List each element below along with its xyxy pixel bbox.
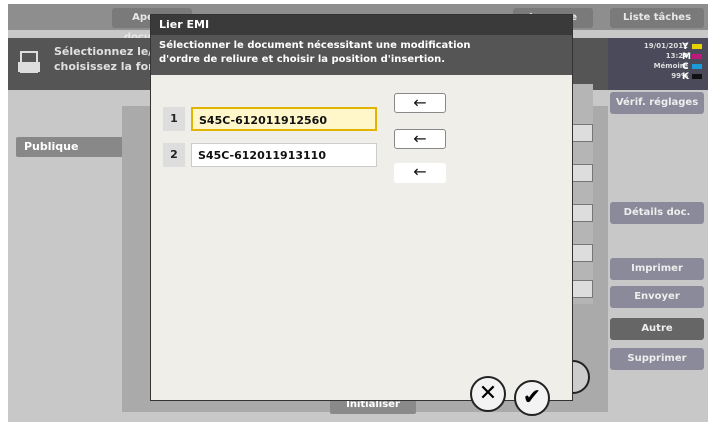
document-number: 1 <box>163 107 185 131</box>
cmyk-label-y: Y <box>682 42 689 52</box>
verif-reglages-button[interactable]: Vérif. réglages <box>610 92 704 114</box>
document-name[interactable]: S45C-612011913110 <box>191 143 377 167</box>
insert-position-1-button[interactable]: ← <box>394 93 446 113</box>
dialog-title: Lier EMI <box>151 15 572 35</box>
insert-position-2-button[interactable]: ← <box>394 129 446 149</box>
toner-yellow <box>692 44 702 49</box>
close-icon: ✕ <box>478 381 498 406</box>
toner-magenta <box>692 54 702 59</box>
lier-emi-dialog: Lier EMI Sélectionner le document nécess… <box>151 15 572 400</box>
background-fields <box>571 84 593 304</box>
screen: Aperçu document Langage Liste tâches Sél… <box>8 4 708 422</box>
arrow-left-icon: ← <box>413 162 427 181</box>
liste-taches-button[interactable]: Liste tâches <box>610 8 704 28</box>
cmyk-label-m: M <box>682 52 691 62</box>
cmyk-label-k: K <box>682 72 690 82</box>
imprimer-button[interactable]: Imprimer <box>610 258 704 280</box>
info-text: Sélectionnez le/s choisissez la fonc <box>54 45 163 73</box>
status-panel: 19/01/2012 13:24 Mémoire 99% Y M C K <box>608 38 708 90</box>
envoyer-button[interactable]: Envoyer <box>610 286 704 308</box>
toner-black <box>692 74 702 79</box>
supprimer-button[interactable]: Supprimer <box>610 348 704 370</box>
autre-button[interactable]: Autre <box>610 318 704 340</box>
toner-cyan <box>692 64 702 69</box>
publique-tab[interactable]: Publique <box>16 137 134 157</box>
document-name-selected[interactable]: S45C-612011912560 <box>191 107 377 131</box>
details-doc-button[interactable]: Détails doc. <box>610 202 704 224</box>
check-icon: ✔ <box>522 385 542 410</box>
printer-icon <box>18 51 40 73</box>
cancel-button[interactable]: ✕ <box>470 376 506 412</box>
arrow-left-icon: ← <box>413 93 427 112</box>
insert-position-3-button[interactable]: ← <box>394 163 446 183</box>
document-number: 2 <box>163 143 185 167</box>
cmyk-label-c: C <box>682 62 689 72</box>
dialog-instruction: Sélectionner le document nécessitant une… <box>151 35 572 75</box>
arrow-left-icon: ← <box>413 129 427 148</box>
ok-button[interactable]: ✔ <box>514 380 550 416</box>
